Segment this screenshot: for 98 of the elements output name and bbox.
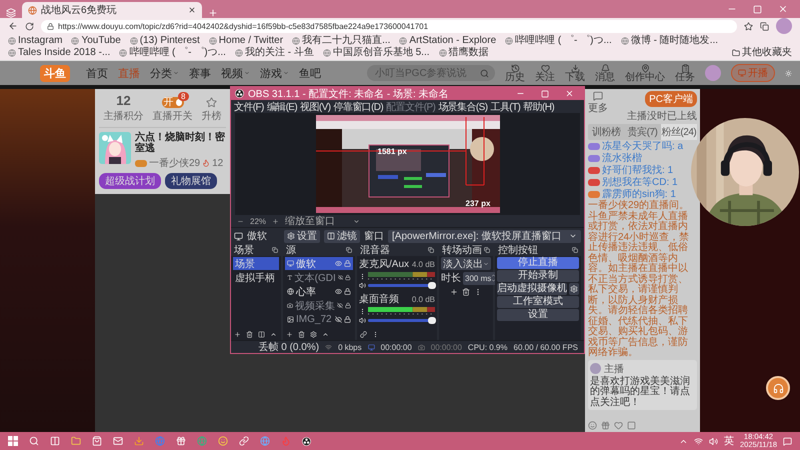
count-badge: 8: [178, 92, 188, 101]
rank-label[interactable]: 升榜: [202, 109, 222, 123]
nav-link[interactable]: 视频: [221, 66, 250, 80]
bookmark-item[interactable]: 猎鹰数据: [438, 47, 489, 59]
chat-message: 霹雳师的sin狗: 1: [602, 189, 676, 200]
channel-name: 麦克风/Aux: [359, 258, 410, 271]
action-label[interactable]: 消息: [595, 72, 615, 82]
menu-item[interactable]: 文件(F): [234, 100, 264, 114]
stream-title[interactable]: 六点！烧脑时刻！密室逃: [135, 132, 226, 154]
bookmark-item[interactable]: (13) Pinterest: [130, 35, 200, 47]
chat-message: 好哥们帮我找: 1: [602, 165, 674, 176]
menu-item[interactable]: 视图(V): [300, 100, 330, 114]
chat-tab[interactable]: 粉丝(24): [660, 124, 697, 140]
more-label[interactable]: 更多: [588, 101, 608, 115]
dock-title: 混音器: [360, 244, 390, 257]
control-button[interactable]: 设置: [497, 309, 579, 321]
dock-title: 场景: [234, 244, 254, 257]
bookmark-item[interactable]: Instagram: [8, 35, 62, 47]
bookmark-item[interactable]: YouTube: [71, 35, 121, 47]
heat-value: 12: [212, 158, 224, 168]
score-value: 12: [116, 93, 131, 108]
source-item[interactable]: 视频采集: [285, 299, 353, 312]
bookmark-folder[interactable]: 其他收藏夹: [732, 47, 792, 59]
control-button[interactable]: 启动虚拟摄像机: [497, 283, 567, 295]
action-label[interactable]: 下载: [565, 72, 585, 82]
promo-button[interactable]: 礼物展馆: [165, 173, 217, 189]
browser-tab[interactable]: 战地风云6免费玩: [22, 2, 202, 18]
action-label[interactable]: 创作中心: [625, 72, 665, 82]
menu-item[interactable]: 停靠窗口(D): [333, 100, 384, 114]
bookmark-item[interactable]: Tales Inside 2018 -...: [8, 47, 110, 59]
channel-reading: 0.0 dB: [412, 294, 435, 304]
dropped-frames: 丢帧 0 (0.0%): [258, 340, 320, 354]
menu-item[interactable]: 编辑(E): [266, 100, 298, 114]
measure-label: 237 px: [466, 199, 490, 208]
streamer-name: 一番少侠29: [149, 156, 200, 170]
action-label[interactable]: 任务: [675, 72, 695, 82]
record-time: 00:00:00: [430, 342, 462, 352]
action-label[interactable]: 历史: [505, 72, 525, 82]
dock-title: 源: [286, 244, 296, 257]
bookmark-item[interactable]: 哔哩哔哩 ( ゜- ゜)つ...: [505, 35, 612, 47]
menu-item[interactable]: 帮助(H): [523, 100, 554, 114]
action-label[interactable]: 关注: [535, 72, 555, 82]
settings-button[interactable]: 设置: [284, 230, 320, 242]
score-label: 主播积分: [104, 110, 144, 123]
filters-button[interactable]: 滤镜: [324, 230, 360, 242]
dock-title: 转场动画: [442, 244, 482, 257]
nav-link[interactable]: 首页: [86, 66, 108, 80]
url-text: https://www.douyu.com/topic/zd6?rid=4042402&dyshid=16f59bb-c5e83d7585fbae224a9e173600041701: [58, 22, 428, 30]
source-label: 傲软: [234, 229, 280, 243]
chat-message: 流水张楷: [602, 153, 642, 164]
menu-item[interactable]: 场景集合(S): [438, 100, 488, 114]
dock-title: 控制按钮: [498, 244, 538, 256]
fps-value: 60.00 / 60.00 FPS: [514, 342, 578, 352]
window-title: OBS 31.1.1 - 配置文件: 未命名 - 场景: 未命名: [248, 88, 449, 100]
bookmark-item[interactable]: 微博 - 随时随地发...: [620, 35, 718, 47]
ime-indicator[interactable]: 英: [724, 434, 734, 448]
client-button[interactable]: PC客户端: [645, 91, 697, 107]
chat-message: 冻星今天哭了吗: a: [602, 141, 684, 152]
source-item[interactable]: 心率: [285, 285, 353, 298]
stream-time: 00:00:00: [380, 342, 412, 352]
source-item[interactable]: IMG_72: [285, 313, 353, 326]
channel-name: 桌面音频: [359, 292, 399, 306]
nav-link[interactable]: 鱼吧: [299, 66, 321, 80]
host-message: 是喜欢打游戏美美滋润的弹幕吗的星宝！请点点关注吧！: [590, 376, 691, 408]
control-button[interactable]: 停止直播: [497, 257, 579, 269]
promo-button[interactable]: 超级战计划: [99, 173, 161, 189]
transition-select[interactable]: 淡入淡出: [441, 257, 491, 270]
zoom-value: 22%: [250, 216, 266, 226]
chat-tab[interactable]: 训粉榜: [588, 124, 624, 140]
bookmark-item[interactable]: 哔哩哔哩 ( ゜- ゜)つ...: [119, 47, 226, 59]
control-button[interactable]: 工作室模式: [497, 296, 579, 308]
control-button[interactable]: 开始录制: [497, 270, 579, 282]
chat-tab[interactable]: 贵宾(7): [624, 124, 661, 140]
scene-item[interactable]: 场景: [233, 257, 279, 270]
host-status: 主播没时已上线: [627, 110, 697, 123]
nav-link[interactable]: 游戏: [260, 66, 289, 80]
scene-item[interactable]: 虚拟手柄: [233, 271, 279, 284]
chat-message: 别想我在等CD: 1: [602, 177, 678, 188]
channel-reading: 4.0 dB: [412, 260, 435, 268]
bookmark-item[interactable]: 我有二十九只猫直...: [292, 35, 390, 47]
bookmark-item[interactable]: 中国原创音乐基地 5...: [322, 47, 430, 59]
duration-label: 时长: [441, 272, 461, 285]
cpu-usage: CPU: 0.9%: [468, 342, 508, 352]
source-item[interactable]: 文本(GDI: [285, 271, 353, 284]
menu-item[interactable]: 工具(T): [490, 100, 520, 114]
address-field[interactable]: https://www.douyu.com/topic/zd6?rid=4042402&dyshid=16f59bb-c5e83d7585fbae224a9e173600041701: [41, 20, 737, 32]
bitrate: 0 kbps: [338, 342, 362, 352]
window-select[interactable]: [ApowerMirror.exe]: 傲软投屏直播窗口: [388, 230, 581, 242]
notice-text: 一番少侠29的直播间。斗鱼严禁未成年人直播或打赏，依法对直播内容进行24小时巡查，禁止传播违法违规、低俗色情、吸烟酗酒等内容。如主播在直播中以不正当方式诱导打赏、私下交易，请谨慎判断，以防人身财产损失。请勿轻信各类招聘征婚、代练代抽、私下交易、购买礼包码、游戏币等广告信息，谨防网络诈骗。: [588, 201, 690, 358]
toggle-label: 直播开关: [152, 110, 192, 123]
host-label: 主播: [604, 362, 624, 376]
window-label: 窗口: [364, 230, 384, 243]
nav-link[interactable]: 分类: [150, 66, 179, 80]
bookmark-item[interactable]: ArtStation - Explore: [399, 35, 496, 47]
zoom-mode-select[interactable]: 缩放至窗口: [285, 214, 360, 228]
bookmark-item[interactable]: 我的关注 - 斗鱼: [234, 47, 314, 59]
bookmark-item[interactable]: Home / Twitter: [208, 35, 284, 47]
nav-link[interactable]: 赛事: [189, 66, 211, 80]
